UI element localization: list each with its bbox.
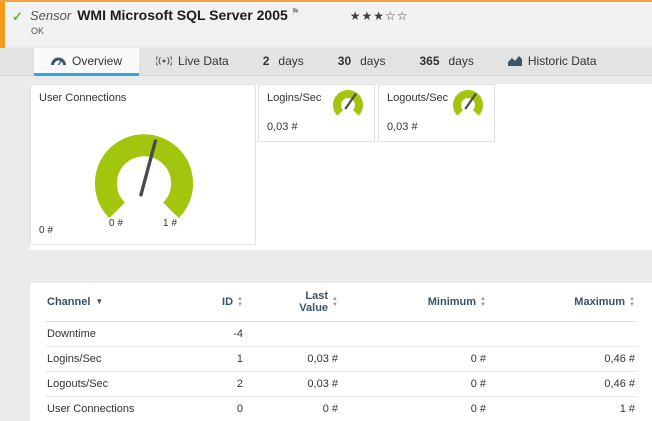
tab-bar: Overview Live Data 2 days 30 days 365 da… xyxy=(0,48,652,76)
sort-caret-icon: ▼ xyxy=(95,297,103,306)
table-row[interactable]: User Connections 0 0 # 0 # 1 # xyxy=(45,396,637,421)
channel-maximum: 0,46 # xyxy=(488,371,637,396)
column-label: Last Value xyxy=(290,290,328,314)
logins-gauge xyxy=(328,88,368,124)
tab-30-days[interactable]: 30 days xyxy=(321,48,403,76)
status-stripe xyxy=(0,2,5,48)
tab-live-data[interactable]: Live Data xyxy=(139,48,246,76)
column-label: Channel xyxy=(47,296,90,308)
tab-2-days[interactable]: 2 days xyxy=(246,48,321,76)
channel-minimum xyxy=(340,321,488,346)
prtg-sensor-page: ✓ Sensor WMI Microsoft SQL Server 2005⚑ ★★… xyxy=(0,0,652,421)
logouts-gauge-panel: Logouts/Sec 0,03 # xyxy=(378,84,495,142)
sensor-kind-label: Sensor xyxy=(30,8,71,23)
channel-id: 2 xyxy=(187,371,245,396)
sensor-title-line: Sensor WMI Microsoft SQL Server 2005⚑ ★★★☆… xyxy=(30,7,409,25)
channel-last-value: 0,03 # xyxy=(245,371,340,396)
user-connections-gauge-panel: User Connections 0 # 1 # 0 # xyxy=(30,84,256,245)
tab-label: Overview xyxy=(72,54,122,68)
gauge-min-label: 0 # xyxy=(101,218,131,229)
column-header-id[interactable]: ID ▲▼ xyxy=(187,283,245,321)
table-row[interactable]: Downtime -4 xyxy=(45,321,637,346)
tab-overview[interactable]: Overview xyxy=(34,48,139,76)
tab-365-days[interactable]: 365 days xyxy=(402,48,490,76)
sensor-header: ✓ Sensor WMI Microsoft SQL Server 2005⚑ ★★… xyxy=(0,0,652,46)
channel-maximum: 0,46 # xyxy=(488,346,637,371)
channels-table: Channel ▼ ID ▲▼ Last Value ▲▼ Minimum ▲▼ Max… xyxy=(45,283,637,421)
channel-name: Downtime xyxy=(45,321,187,346)
tab-label: days xyxy=(449,54,474,68)
tab-label: Historic Data xyxy=(528,54,597,68)
live-data-icon xyxy=(156,56,172,66)
overview-gauges-section: User Connections 0 # 1 # 0 # Logins/Sec … xyxy=(30,84,652,250)
table-row[interactable]: Logouts/Sec 2 0,03 # 0 # 0,46 # xyxy=(45,371,637,396)
table-row[interactable]: Logins/Sec 1 0,03 # 0 # 0,46 # xyxy=(45,346,637,371)
column-label: Minimum xyxy=(428,296,476,308)
gauge-current-value: 0,03 # xyxy=(387,121,418,133)
column-header-last-value[interactable]: Last Value ▲▼ xyxy=(245,283,340,321)
gauge-icon xyxy=(51,56,66,66)
tab-label: Live Data xyxy=(178,54,229,68)
column-header-channel[interactable]: Channel ▼ xyxy=(45,283,187,321)
sort-arrows-icon: ▲▼ xyxy=(629,296,635,308)
priority-flag-icon[interactable]: ⚑ xyxy=(291,7,300,18)
channel-id: 1 xyxy=(187,346,245,371)
sensor-status-text: OK xyxy=(31,26,44,36)
gauge-current-value: 0,03 # xyxy=(267,121,298,133)
tab-historic-data[interactable]: Historic Data xyxy=(491,48,614,76)
user-connections-gauge xyxy=(59,103,229,230)
channel-last-value: 0 # xyxy=(245,396,340,421)
channel-last-value: 0,03 # xyxy=(245,346,340,371)
tab-number: 30 xyxy=(338,54,351,68)
column-label: Maximum xyxy=(574,296,625,308)
table-header-row: Channel ▼ ID ▲▼ Last Value ▲▼ Minimum ▲▼ Max… xyxy=(45,283,637,321)
channel-maximum: 1 # xyxy=(488,396,637,421)
sensor-title: WMI Microsoft SQL Server 2005 xyxy=(77,7,288,23)
historic-chart-icon xyxy=(508,56,522,66)
column-label: ID xyxy=(222,296,233,308)
channel-minimum: 0 # xyxy=(340,371,488,396)
gauge-current-value: 0 # xyxy=(39,225,53,236)
column-header-minimum[interactable]: Minimum ▲▼ xyxy=(340,283,488,321)
tab-number: 2 xyxy=(263,54,270,68)
priority-stars[interactable]: ★★★☆☆ xyxy=(350,9,409,23)
channel-name: Logins/Sec xyxy=(45,346,187,371)
channel-id: -4 xyxy=(187,321,245,346)
channel-name: User Connections xyxy=(45,396,187,421)
channels-table-panel: Channel ▼ ID ▲▼ Last Value ▲▼ Minimum ▲▼ Max… xyxy=(30,283,652,421)
channel-minimum: 0 # xyxy=(340,346,488,371)
logouts-gauge xyxy=(448,88,488,124)
logins-gauge-panel: Logins/Sec 0,03 # xyxy=(258,84,375,142)
gauge-max-label: 1 # xyxy=(155,218,185,229)
channel-maximum xyxy=(488,321,637,346)
column-header-maximum[interactable]: Maximum ▲▼ xyxy=(488,283,637,321)
gauge-title: Logins/Sec xyxy=(267,92,321,104)
gauge-title: Logouts/Sec xyxy=(387,92,448,104)
tab-label: days xyxy=(278,54,303,68)
channel-last-value xyxy=(245,321,340,346)
sort-arrows-icon: ▲▼ xyxy=(332,296,338,308)
ok-check-icon: ✓ xyxy=(12,9,23,25)
tab-label: days xyxy=(360,54,385,68)
sort-arrows-icon: ▲▼ xyxy=(237,296,243,308)
tab-number: 365 xyxy=(419,54,439,68)
sort-arrows-icon: ▲▼ xyxy=(480,296,486,308)
channel-minimum: 0 # xyxy=(340,396,488,421)
channel-name: Logouts/Sec xyxy=(45,371,187,396)
channel-id: 0 xyxy=(187,396,245,421)
